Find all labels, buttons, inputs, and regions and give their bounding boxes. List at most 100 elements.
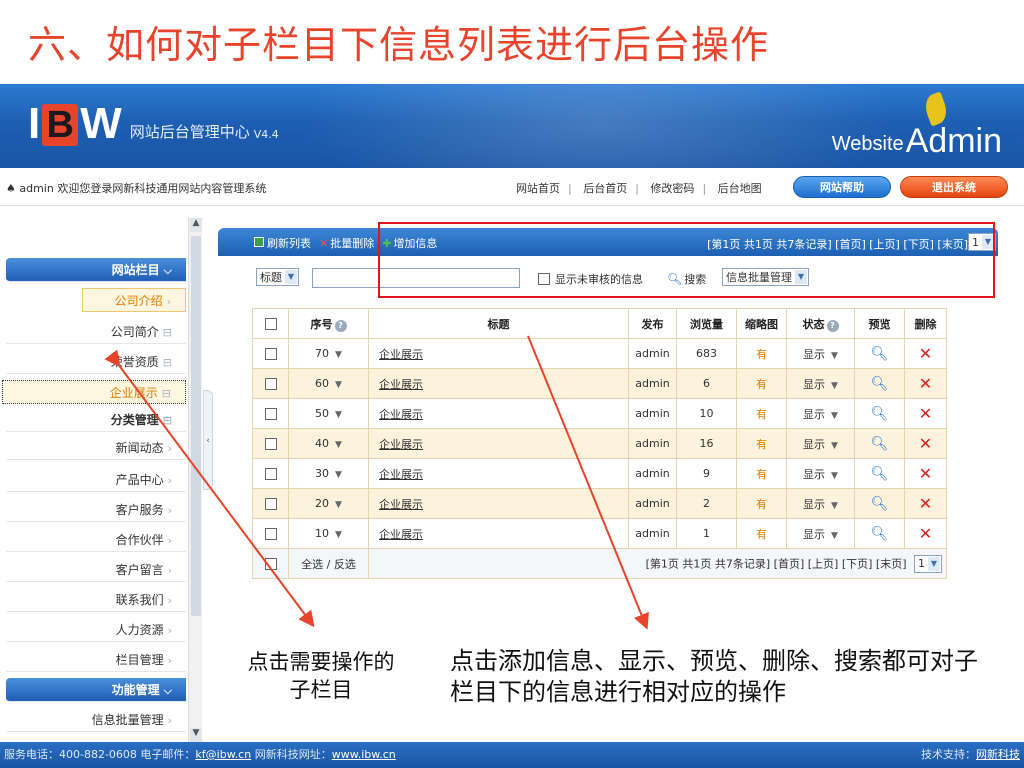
row-checkbox[interactable] [264, 348, 277, 360]
scroll-thumb[interactable] [191, 236, 201, 616]
link-change-password[interactable]: 修改密码 [650, 182, 694, 195]
chevron-down-icon[interactable]: ▼ [831, 501, 838, 511]
row-checkbox[interactable] [264, 498, 277, 510]
delete-icon[interactable]: ✕ [904, 338, 947, 369]
row-status[interactable]: 显示 ▼ [786, 428, 855, 459]
row-order[interactable]: 50 ▼ [288, 398, 369, 429]
sidebar-item-11[interactable]: 联系我们 › [6, 588, 186, 612]
footer-pagination[interactable]: [第1页 共1页 共7条记录] [首页] [上页] [下页] [末页] [646, 557, 907, 570]
sidebar-item-1[interactable]: 公司介绍 › [82, 288, 186, 312]
chevron-down-icon[interactable]: ▼ [831, 471, 838, 481]
row-status[interactable]: 显示 ▼ [786, 458, 855, 489]
sidebar-item-2[interactable]: 公司简介 ⊟ [6, 320, 186, 344]
chevron-down-icon[interactable]: ▼ [335, 530, 342, 540]
row-status[interactable]: 显示 ▼ [786, 338, 855, 369]
select-invert-link[interactable]: 全选 / 反选 [288, 548, 369, 579]
link-site-home[interactable]: 网站首页 [516, 182, 560, 195]
chevron-down-icon[interactable]: ▼ [335, 380, 342, 390]
link-admin-home[interactable]: 后台首页 [583, 182, 627, 195]
sidebar-item-14[interactable]: 功能管理 ⌵ [6, 678, 186, 702]
delete-icon[interactable]: ✕ [904, 428, 947, 459]
row-order[interactable]: 10 ▼ [288, 518, 369, 549]
chevron-down-icon[interactable]: ▼ [335, 500, 342, 510]
row-status[interactable]: 显示 ▼ [786, 368, 855, 399]
header-views: 浏览量 [676, 308, 737, 339]
row-order[interactable]: 20 ▼ [288, 488, 369, 519]
row-title-link[interactable]: 企业展示 [368, 518, 629, 549]
row-title-link[interactable]: 企业展示 [368, 428, 629, 459]
sidebar-item-8[interactable]: 客户服务 › [6, 498, 186, 522]
chevron-down-icon[interactable]: ▼ [831, 441, 838, 451]
refresh-list-button[interactable]: 刷新列表 [254, 235, 311, 251]
chevron-down-icon[interactable]: ▼ [831, 351, 838, 361]
sidebar-item-15[interactable]: 信息批量管理 › [6, 708, 186, 732]
chevron-down-icon[interactable]: ▼ [335, 470, 342, 480]
sidebar-scrollbar[interactable]: ▲ ▼ [188, 218, 202, 742]
row-order[interactable]: 70 ▼ [288, 338, 369, 369]
sidebar-item-13[interactable]: 栏目管理 › [6, 648, 186, 672]
scroll-down-icon[interactable]: ▼ [190, 728, 202, 742]
chevron-down-icon[interactable]: ▼ [831, 381, 838, 391]
sidebar-item-9[interactable]: 合作伙伴 › [6, 528, 186, 552]
sidebar-item-12[interactable]: 人力资源 › [6, 618, 186, 642]
row-status[interactable]: 显示 ▼ [786, 518, 855, 549]
row-status[interactable]: 显示 ▼ [786, 398, 855, 429]
row-title-link[interactable]: 企业展示 [368, 488, 629, 519]
help-button[interactable]: 网站帮助 [793, 176, 891, 198]
preview-icon[interactable]: 🔍︎ [854, 518, 905, 549]
row-order[interactable]: 60 ▼ [288, 368, 369, 399]
select-all-checkbox[interactable] [264, 318, 277, 330]
row-title-link[interactable]: 企业展示 [368, 368, 629, 399]
preview-icon[interactable]: 🔍︎ [854, 398, 905, 429]
support-link[interactable]: 网新科技 [976, 748, 1020, 761]
sidebar-item-3[interactable]: 荣誉资质 ⊟ [6, 350, 186, 374]
batch-delete-button[interactable]: ✕ 批量删除 [319, 235, 374, 251]
row-status[interactable]: 显示 ▼ [786, 488, 855, 519]
row-order[interactable]: 30 ▼ [288, 458, 369, 489]
sidebar-collapse-toggle[interactable]: ‹ [203, 390, 213, 490]
link-admin-map[interactable]: 后台地图 [718, 182, 762, 195]
chevron-down-icon[interactable]: ▼ [335, 350, 342, 360]
exit-button[interactable]: 退出系统 [900, 176, 1008, 198]
preview-icon[interactable]: 🔍︎ [854, 458, 905, 489]
scroll-up-icon[interactable]: ▲ [190, 218, 202, 232]
email-link[interactable]: kf@ibw.cn [195, 748, 251, 761]
row-checkbox[interactable] [264, 408, 277, 420]
row-checkbox[interactable] [264, 468, 277, 480]
row-title-link[interactable]: 企业展示 [368, 338, 629, 369]
preview-icon[interactable]: 🔍︎ [854, 428, 905, 459]
sidebar-item-5[interactable]: 分类管理 ⊟ [6, 408, 186, 432]
footer-page-value: 1 [918, 557, 925, 570]
website-link[interactable]: www.ibw.cn [332, 748, 396, 761]
delete-icon[interactable]: ✕ [904, 398, 947, 429]
row-order[interactable]: 40 ▼ [288, 428, 369, 459]
chevron-right-icon: › [167, 534, 172, 547]
delete-icon[interactable]: ✕ [904, 488, 947, 519]
help-icon[interactable]: ? [334, 319, 347, 332]
delete-icon[interactable]: ✕ [904, 368, 947, 399]
help-icon[interactable]: ? [826, 319, 839, 332]
delete-icon[interactable]: ✕ [904, 518, 947, 549]
sidebar-item-4[interactable]: 企业展示 ⊟ [2, 380, 186, 404]
row-checkbox[interactable] [264, 438, 277, 450]
row-checkbox[interactable] [264, 528, 277, 540]
footer-page-select[interactable]: 1 ▼ [914, 554, 942, 573]
search-field-select[interactable]: 标题 ▼ [256, 268, 299, 286]
sidebar-item-7[interactable]: 产品中心 › [6, 468, 186, 492]
footer-checkbox[interactable] [264, 558, 277, 570]
row-title-link[interactable]: 企业展示 [368, 458, 629, 489]
row-title-link[interactable]: 企业展示 [368, 398, 629, 429]
row-checkbox[interactable] [264, 378, 277, 390]
chevron-down-icon[interactable]: ▼ [831, 531, 838, 541]
preview-icon[interactable]: 🔍︎ [854, 488, 905, 519]
chevron-down-icon[interactable]: ▼ [335, 410, 342, 420]
sidebar-item-6[interactable]: 新闻动态 › [6, 436, 186, 460]
preview-icon[interactable]: 🔍︎ [854, 368, 905, 399]
sidebar-item-10[interactable]: 客户留言 › [6, 558, 186, 582]
sidebar-item-label: 企业展示 [109, 386, 158, 400]
delete-icon[interactable]: ✕ [904, 458, 947, 489]
chevron-down-icon[interactable]: ▼ [831, 411, 838, 421]
chevron-down-icon[interactable]: ▼ [335, 440, 342, 450]
sidebar-item-0[interactable]: 网站栏目 ⌵ [6, 258, 186, 282]
preview-icon[interactable]: 🔍︎ [854, 338, 905, 369]
